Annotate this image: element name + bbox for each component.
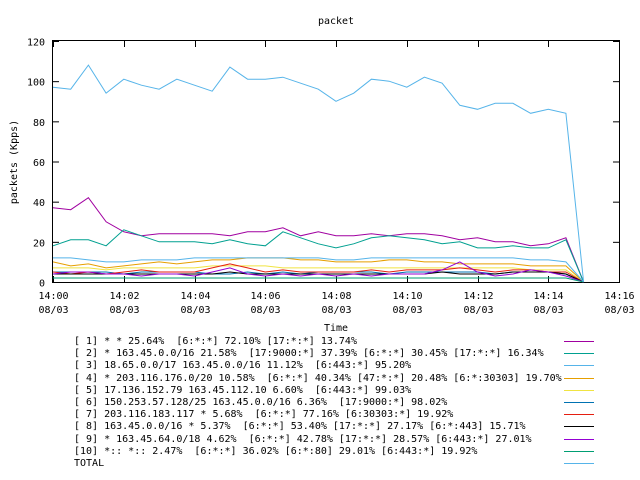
legend-entry: [10] *:: *:: 2.47% [6:*:*] 36.02% [6:*:8… (74, 445, 634, 458)
plot-border (52, 40, 620, 283)
series-line-10 (53, 277, 584, 283)
series-line-1 (52, 197, 585, 283)
legend-label: [ 5] 17.136.152.79 163.45.112.10 6.60% [… (74, 384, 412, 396)
x-tick-time-label: 14:16 (604, 291, 634, 302)
legend-entry: TOTAL (74, 457, 634, 470)
y-tick-label: 80 (33, 118, 45, 129)
legend-label: [10] *:: *:: 2.47% [6:*:*] 36.02% [6:*:8… (74, 445, 478, 457)
y-tick-label: 100 (27, 78, 45, 89)
x-tick-time-label: 14:04 (180, 291, 210, 302)
series-group (52, 64, 585, 283)
legend-entry: [ 2] * 163.45.0.0/16 21.58% [17:9000:*] … (74, 347, 634, 360)
x-tick-date-label: 08/03 (250, 305, 280, 316)
legend-swatch (564, 426, 594, 428)
legend-label: TOTAL (74, 458, 105, 469)
y-tick-label: 20 (33, 238, 45, 249)
x-tick-date-label: 08/03 (321, 305, 351, 316)
legend-label: [ 8] 163.45.0.0/16 * 5.37% [6:*:*] 53.40… (74, 421, 526, 433)
chart-title: packet (318, 16, 354, 27)
x-tick-date-label: 08/03 (109, 305, 139, 316)
legend-entry: [ 6] 150.253.57.128/25 163.45.0.0/16 6.3… (74, 396, 634, 409)
legend-label: [ 7] 203.116.183.117 * 5.68% [6:*:*] 77.… (74, 409, 454, 421)
y-tick-label: 0 (39, 279, 45, 290)
legend-swatch (564, 402, 594, 403)
legend-entry: [ 5] 17.136.152.79 163.45.112.10 6.60% [… (74, 384, 634, 397)
y-tick-label: 120 (27, 38, 45, 49)
x-tick-date-label: 08/03 (463, 305, 493, 316)
legend-label: [ 2] * 163.45.0.0/16 21.58% [17:9000:*] … (74, 348, 544, 360)
legend-entry: [ 9] * 163.45.64.0/18 4.62% [6:*:*] 42.7… (74, 433, 634, 446)
x-tick-time-label: 14:12 (463, 291, 493, 302)
x-tick-time-label: 14:10 (392, 291, 422, 302)
legend-swatch (564, 463, 594, 464)
legend-swatch (564, 450, 594, 452)
x-axis-label: Time (324, 323, 348, 334)
legend-swatch (564, 341, 594, 342)
x-tick-date-label: 08/03 (604, 305, 634, 316)
x-tick-time-label: 14:08 (321, 291, 351, 302)
legend-label: [ 1] * * 25.64% [6:*:*] 72.10% [17:*:*] … (74, 336, 357, 347)
legend-entry: [ 3] 18.65.0.0/17 163.45.0.0/16 11.12% [… (74, 359, 634, 372)
y-axis-label: packets (Kpps) (9, 120, 20, 204)
x-tick-time-label: 14:00 (38, 291, 68, 302)
legend-entry: [ 8] 163.45.0.0/16 * 5.37% [6:*:*] 53.40… (74, 420, 634, 433)
legend-swatch (564, 389, 594, 391)
x-tick-date-label: 08/03 (533, 305, 563, 316)
series-line-3 (52, 64, 585, 283)
legend-label: [ 4] * 203.116.176.0/20 10.58% [6:*:*] 4… (74, 372, 562, 384)
y-tick-label: 40 (33, 198, 45, 209)
x-tick-time-label: 14:06 (250, 291, 280, 302)
legend-label: [ 3] 18.65.0.0/17 163.45.0.0/16 11.12% [… (74, 360, 412, 372)
legend-entry: [ 7] 203.116.183.117 * 5.68% [6:*:*] 77.… (74, 408, 634, 421)
legend-swatch (564, 353, 594, 355)
legend-swatch (564, 377, 594, 379)
x-tick-time-label: 14:02 (109, 291, 139, 302)
x-tick-date-label: 08/03 (180, 305, 210, 316)
legend-entry: [ 4] * 203.116.176.0/20 10.58% [6:*:*] 4… (74, 372, 634, 385)
legend-swatch (564, 414, 594, 416)
y-tick-label: 60 (33, 158, 45, 169)
x-tick-date-label: 08/03 (392, 305, 422, 316)
legend-label: [ 6] 150.253.57.128/25 163.45.0.0/16 6.3… (74, 397, 448, 408)
legend-swatch (564, 365, 594, 367)
legend-entry: [ 1] * * 25.64% [6:*:*] 72.10% [17:*:*] … (74, 335, 634, 348)
x-tick-date-label: 08/03 (38, 305, 68, 316)
legend-label: [ 9] * 163.45.64.0/18 4.62% [6:*:*] 42.7… (74, 433, 532, 445)
legend-swatch (564, 438, 594, 440)
x-tick-time-label: 14:14 (533, 291, 563, 302)
